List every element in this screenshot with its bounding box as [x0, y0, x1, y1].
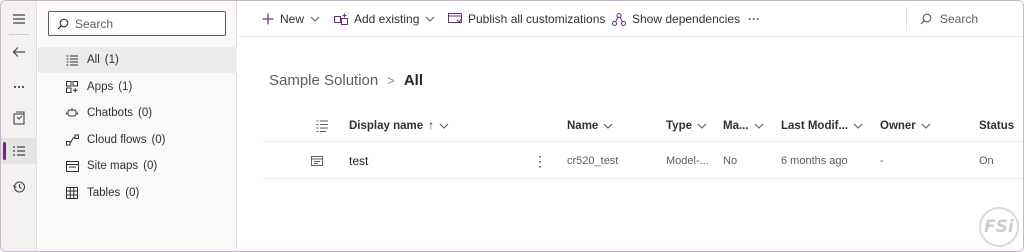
row-last-modified: 6 months ago [781, 155, 848, 167]
column-name[interactable]: Name [567, 110, 613, 142]
row-managed: No [723, 155, 738, 167]
show-dependencies-label: Show dependencies [632, 12, 741, 26]
row-display-name[interactable]: test [349, 143, 368, 179]
plus-icon [262, 13, 274, 25]
show-dependencies-button[interactable]: Show dependencies [612, 1, 740, 37]
nav-item-label: Apps [87, 81, 114, 93]
column-name-label: Name [567, 120, 599, 132]
row-more-options-icon[interactable]: ⋮ [533, 143, 547, 179]
column-owner-label: Owner [880, 120, 916, 132]
sort-ascending-icon: ↑ [428, 120, 434, 132]
nav-item-label: All [87, 54, 100, 66]
left-rail [1, 1, 37, 251]
chevron-down-icon [921, 123, 931, 129]
objects-list-icon[interactable] [1, 138, 37, 164]
column-display-name[interactable]: Display name ↑ [349, 110, 449, 142]
command-bar-divider [906, 7, 907, 31]
nav-item-apps[interactable]: Apps (1) [38, 74, 237, 100]
objects-nav-panel: Search All (1) Apps (1) Chatbots (0) Clo… [38, 1, 237, 251]
nav-item-count: (0) [125, 187, 140, 199]
new-button[interactable]: New [262, 1, 320, 37]
nav-item-cloud-flows[interactable]: Cloud flows (0) [38, 127, 237, 153]
watermark-logo: FSi [979, 207, 1019, 247]
nav-item-all[interactable]: All (1) [38, 47, 237, 73]
rail-divider [9, 34, 29, 35]
column-owner[interactable]: Owner [880, 110, 931, 142]
chevron-down-icon [310, 16, 320, 22]
column-type-label: Type [666, 120, 692, 132]
nav-item-count: (0) [151, 134, 166, 146]
column-last-modified-label: Last Modif... [781, 120, 849, 132]
nav-item-label: Tables [87, 187, 121, 199]
app-window: Search All (1) Apps (1) Chatbots (0) Clo… [0, 0, 1024, 252]
app-row-icon [311, 143, 323, 179]
more-options-icon[interactable] [1, 74, 37, 100]
nav-search-placeholder: Search [75, 16, 114, 31]
row-name: cr520_test [567, 155, 619, 167]
publish-all-label: Publish all customizations [468, 12, 606, 26]
column-chooser-icon[interactable] [311, 110, 329, 142]
publish-icon [448, 13, 462, 23]
column-display-name-label: Display name [349, 120, 424, 132]
hamburger-menu-icon[interactable] [1, 6, 37, 32]
nav-item-label: Site maps [87, 160, 139, 172]
solution-objects-icon[interactable] [1, 105, 37, 131]
chatbot-icon [65, 106, 79, 120]
chevron-down-icon [439, 123, 449, 129]
nav-item-tables[interactable]: Tables (0) [38, 180, 237, 206]
nav-item-label: Cloud flows [87, 134, 147, 146]
chevron-down-icon [754, 123, 763, 129]
column-managed-label: Ma... [723, 120, 749, 132]
command-bar: New Add existing Publish all customizati… [238, 1, 1023, 37]
nav-item-count: (0) [143, 160, 158, 172]
row-status: On [979, 155, 994, 167]
nav-item-chatbots[interactable]: Chatbots (0) [38, 100, 237, 126]
nav-item-label: Chatbots [87, 107, 134, 119]
command-search-placeholder: Search [940, 12, 979, 26]
flow-icon [65, 133, 79, 147]
more-commands-button[interactable]: ··· [748, 1, 760, 37]
row-type: Model-... [666, 155, 709, 167]
add-existing-label: Add existing [354, 12, 420, 26]
row-owner: - [880, 155, 884, 167]
column-status[interactable]: Status [979, 110, 1014, 142]
new-button-label: New [280, 12, 305, 26]
back-arrow-icon[interactable] [1, 39, 37, 65]
dependencies-icon [612, 12, 626, 26]
list-icon [65, 53, 79, 67]
chevron-down-icon [603, 123, 613, 129]
grid-header: Display name ↑ Name Type Ma... Last Modi… [263, 110, 1023, 142]
sitemap-icon [65, 159, 79, 173]
column-status-label: Status [979, 120, 1015, 132]
publish-all-button[interactable]: Publish all customizations [448, 1, 605, 37]
breadcrumb-separator: > [387, 72, 395, 88]
add-existing-icon [334, 13, 348, 25]
add-existing-button[interactable]: Add existing [334, 1, 435, 37]
breadcrumb: Sample Solution > All [269, 69, 423, 91]
search-icon [920, 13, 932, 25]
column-managed[interactable]: Ma... [723, 110, 764, 142]
chevron-down-icon [697, 123, 707, 129]
nav-item-count: (0) [138, 107, 153, 119]
chevron-down-icon [425, 16, 435, 22]
breadcrumb-current: All [403, 71, 423, 89]
table-icon [65, 186, 79, 200]
nav-item-count: (1) [104, 54, 119, 66]
nav-search-input[interactable]: Search [48, 11, 226, 36]
column-last-modified[interactable]: Last Modif... [781, 110, 863, 142]
command-search-input[interactable]: Search [914, 7, 1014, 31]
apps-icon [65, 80, 79, 94]
nav-item-site-maps[interactable]: Site maps (0) [38, 153, 237, 179]
nav-item-count: (1) [118, 81, 133, 93]
history-icon[interactable] [1, 174, 37, 200]
more-commands-label: ··· [748, 12, 760, 26]
column-type[interactable]: Type [666, 110, 707, 142]
breadcrumb-parent[interactable]: Sample Solution [269, 72, 378, 89]
chevron-down-icon [853, 123, 863, 129]
table-row[interactable]: test ⋮ cr520_test Model-... No 6 months … [263, 143, 1023, 179]
search-icon [57, 18, 69, 29]
